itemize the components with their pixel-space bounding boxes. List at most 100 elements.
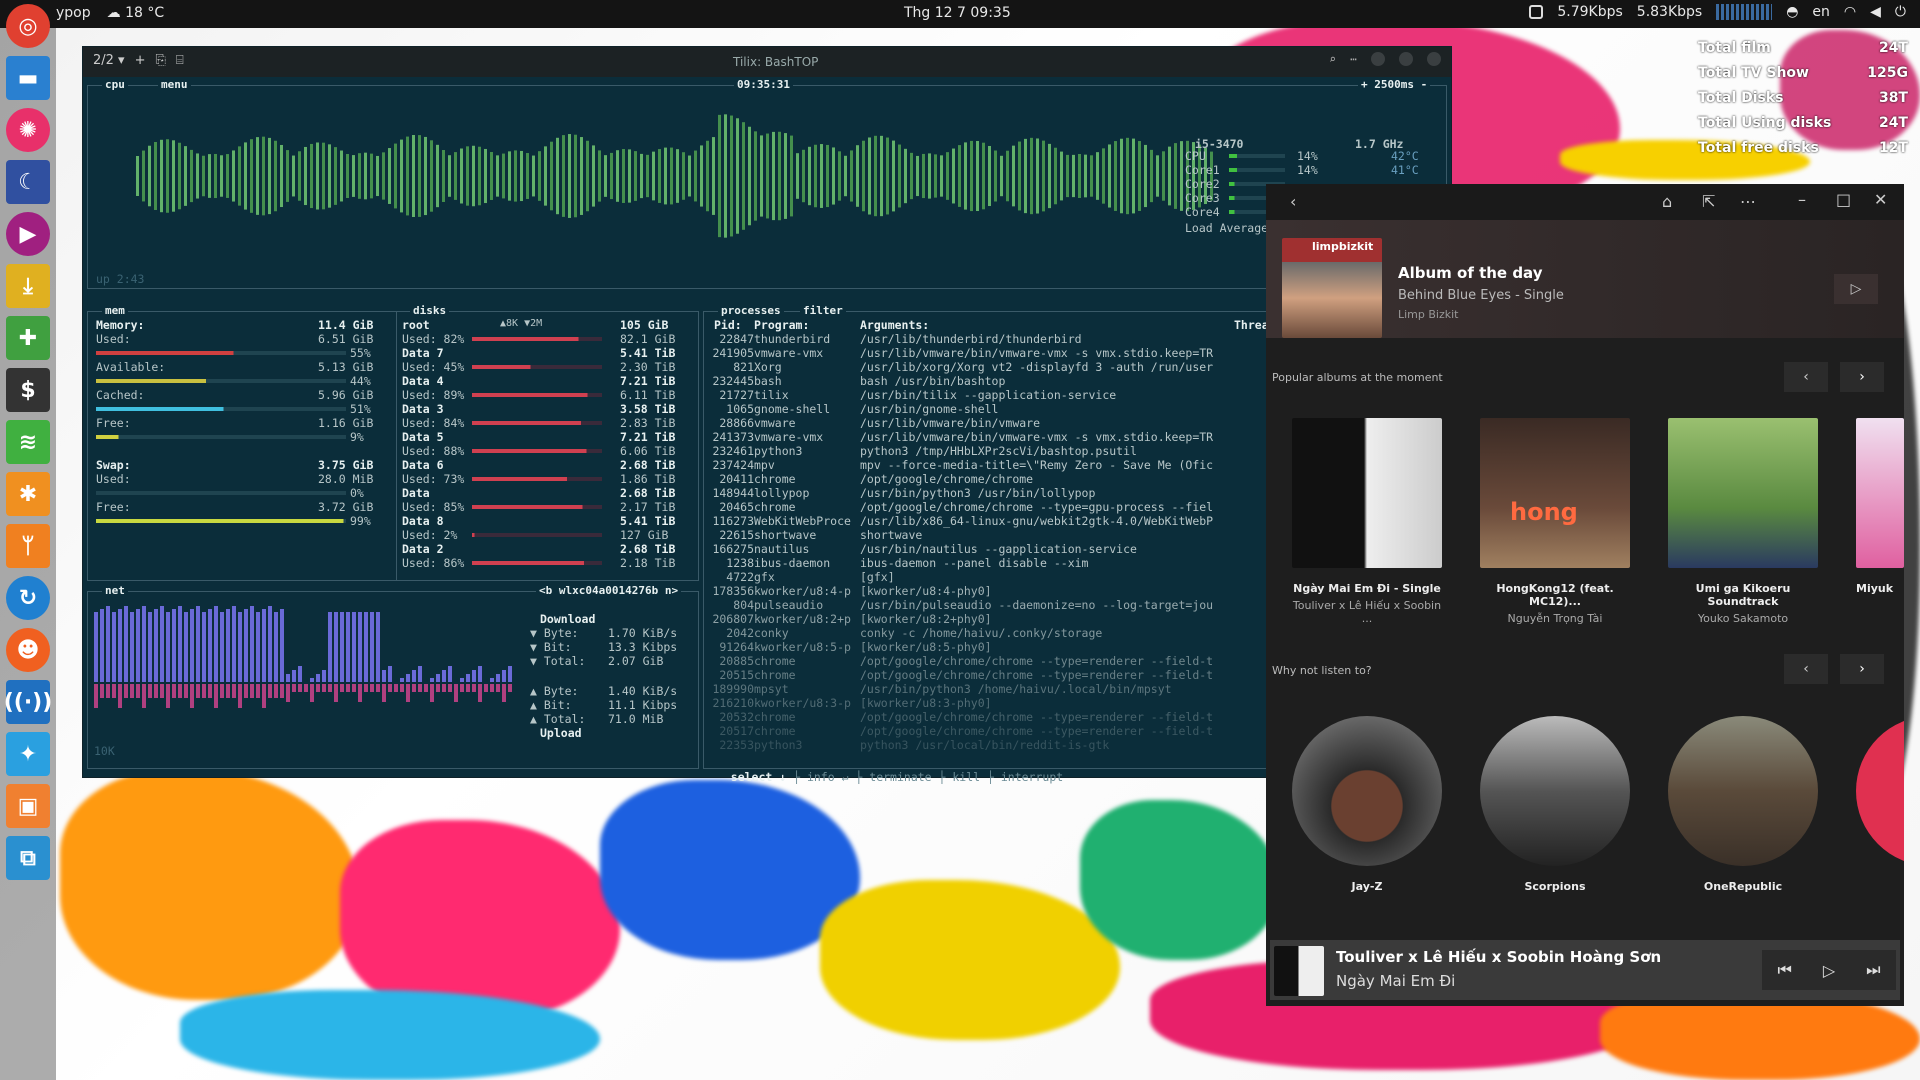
album-card[interactable]: Miyuk [1856, 418, 1904, 595]
headphones-icon[interactable]: ◓ [1786, 4, 1798, 20]
reload-icon[interactable]: ↻ [6, 576, 50, 620]
net-download-bar [268, 606, 272, 682]
update-interval[interactable]: + 2500ms - [1358, 78, 1431, 91]
player-controls: ⏮ ▷ ⏭ [1762, 950, 1896, 990]
volume-icon[interactable]: ◀ [1870, 4, 1881, 20]
terminate-action[interactable]: terminate [869, 770, 931, 784]
chat-icon[interactable]: ▣ [6, 784, 50, 828]
net-download-bar [352, 612, 356, 682]
money-icon[interactable]: $ [6, 368, 50, 412]
maximize-button[interactable]: □ [1836, 190, 1851, 209]
cpu-graph-bar [790, 135, 793, 217]
media-player-icon[interactable]: ▶ [6, 212, 50, 256]
artist-card[interactable]: Scorpions [1480, 716, 1630, 893]
album-card[interactable]: hong HongKong12 (feat. MC12)... Nguyễn T… [1480, 418, 1630, 625]
pinwheel-icon[interactable]: ✺ [6, 108, 50, 152]
album-card[interactable]: Ngày Mai Em Đi - Single Touliver x Lê Hi… [1292, 418, 1442, 625]
reddit-icon[interactable]: ☻ [6, 628, 50, 672]
net-upload-bar [400, 684, 404, 692]
net-download-bar [184, 612, 188, 682]
previous-icon[interactable]: ⏮ [1777, 960, 1791, 980]
process-pid: 20465 [719, 500, 754, 514]
artist-card[interactable] [1856, 716, 1904, 866]
maximize-button[interactable] [1399, 52, 1413, 66]
files-icon[interactable]: ▬ [6, 56, 50, 100]
add-terminal-button[interactable]: + [135, 53, 146, 68]
home-icon[interactable]: ⌂ [1662, 192, 1672, 211]
cpu-graph-bar [952, 148, 955, 204]
disk-io-bar [472, 533, 602, 537]
interrupt-action[interactable]: interrupt [1001, 770, 1063, 784]
net-upload-bar [322, 684, 326, 692]
next-icon[interactable]: ⏭ [1866, 960, 1880, 980]
waves-icon[interactable]: ≋ [6, 420, 50, 464]
fork-knife-icon[interactable]: ᛘ [6, 524, 50, 568]
new-session-icon[interactable]: ⌸ [176, 53, 184, 68]
cpu-graph-bar [982, 142, 985, 210]
screen-icon[interactable] [1529, 5, 1544, 19]
aotd-play-button[interactable]: ▷ [1834, 274, 1878, 304]
gamepad-icon[interactable]: ✚ [6, 316, 50, 360]
album-of-the-day-card[interactable]: limpbizkit Album of the day Behind Blue … [1266, 220, 1904, 338]
language-indicator[interactable]: en [1812, 4, 1830, 20]
filter-label[interactable]: filter [800, 304, 846, 317]
pineapple-icon[interactable]: ✱ [6, 472, 50, 516]
chrome-icon[interactable]: ◎ [6, 4, 50, 48]
album-art [1668, 418, 1818, 568]
disk-total: 5.41 TiB [620, 514, 676, 528]
download-icon[interactable]: ⤓ [6, 264, 50, 308]
play-icon[interactable]: ▷ [1823, 961, 1835, 980]
popular-next-button[interactable]: › [1840, 362, 1884, 392]
more-icon[interactable]: ⋯ [1740, 192, 1756, 211]
more-icon[interactable]: ⋯ [1350, 52, 1357, 66]
broadcast-icon[interactable]: ((·)) [4, 680, 52, 724]
split-icon[interactable]: ⎘ [156, 53, 166, 68]
share-icon[interactable]: ⇱ [1702, 192, 1715, 211]
minimize-button[interactable]: – [1798, 190, 1806, 209]
album-card[interactable]: Umi ga Kikoeru Soundtrack Youko Sakamoto [1668, 418, 1818, 625]
disk-name: Data 3 [402, 402, 444, 416]
twitter-icon[interactable]: ✦ [6, 732, 50, 776]
back-button[interactable]: ‹ [1290, 192, 1296, 211]
system-monitor-icon[interactable] [1716, 4, 1773, 20]
session-switcher[interactable]: 2/2 ▾ [93, 53, 125, 68]
menu-label[interactable]: menu [158, 78, 191, 91]
cpu-graph-bar [256, 137, 259, 215]
wifi-icon[interactable]: ◠ [1844, 4, 1856, 20]
arguments-header[interactable]: Arguments: [860, 318, 929, 332]
net-download-bar [238, 612, 242, 682]
cpu-graph-bar [718, 114, 721, 238]
clock[interactable]: Thg 12 7 09:35 [904, 5, 1011, 21]
cpu-graph-bar [1072, 154, 1075, 198]
interface-selector[interactable]: <b wlxc04a0014276b n> [536, 584, 682, 597]
process-args: [gfx] [860, 570, 895, 584]
net-upload-bar [190, 684, 194, 708]
moon-icon[interactable]: ☾ [6, 160, 50, 204]
net-upload-bar [436, 684, 440, 692]
cpu-graph-bar [634, 151, 637, 201]
power-icon[interactable]: ⏻ [1895, 4, 1906, 20]
process-pid: 4722 [726, 570, 754, 584]
pid-header[interactable]: Pid: [714, 318, 742, 332]
copy-icon[interactable]: ⧉ [6, 836, 50, 880]
app-menu[interactable]: ypop [56, 5, 91, 21]
minimize-button[interactable] [1371, 52, 1385, 66]
info-action[interactable]: info ↵ [807, 770, 849, 784]
net-upload-bar [448, 684, 452, 692]
popular-prev-button[interactable]: ‹ [1784, 362, 1828, 392]
cpu-graph-bar [898, 144, 901, 208]
close-button[interactable]: ✕ [1874, 190, 1887, 209]
program-header[interactable]: Program: [754, 318, 809, 332]
weather-indicator[interactable]: ☁ 18 °C [107, 5, 165, 21]
select-action[interactable]: select ↓ [731, 770, 786, 784]
artist-card[interactable]: Jay-Z [1292, 716, 1442, 893]
net-download-bar [130, 612, 134, 682]
cpu-graph-bar [508, 151, 511, 201]
net-upload-bar [250, 684, 254, 698]
artist-card[interactable]: OneRepublic [1668, 716, 1818, 893]
close-button[interactable] [1427, 52, 1441, 66]
search-icon[interactable]: ⌕ [1329, 52, 1336, 66]
kill-action[interactable]: kill [952, 770, 980, 784]
listen-prev-button[interactable]: ‹ [1784, 654, 1828, 684]
listen-next-button[interactable]: › [1840, 654, 1884, 684]
